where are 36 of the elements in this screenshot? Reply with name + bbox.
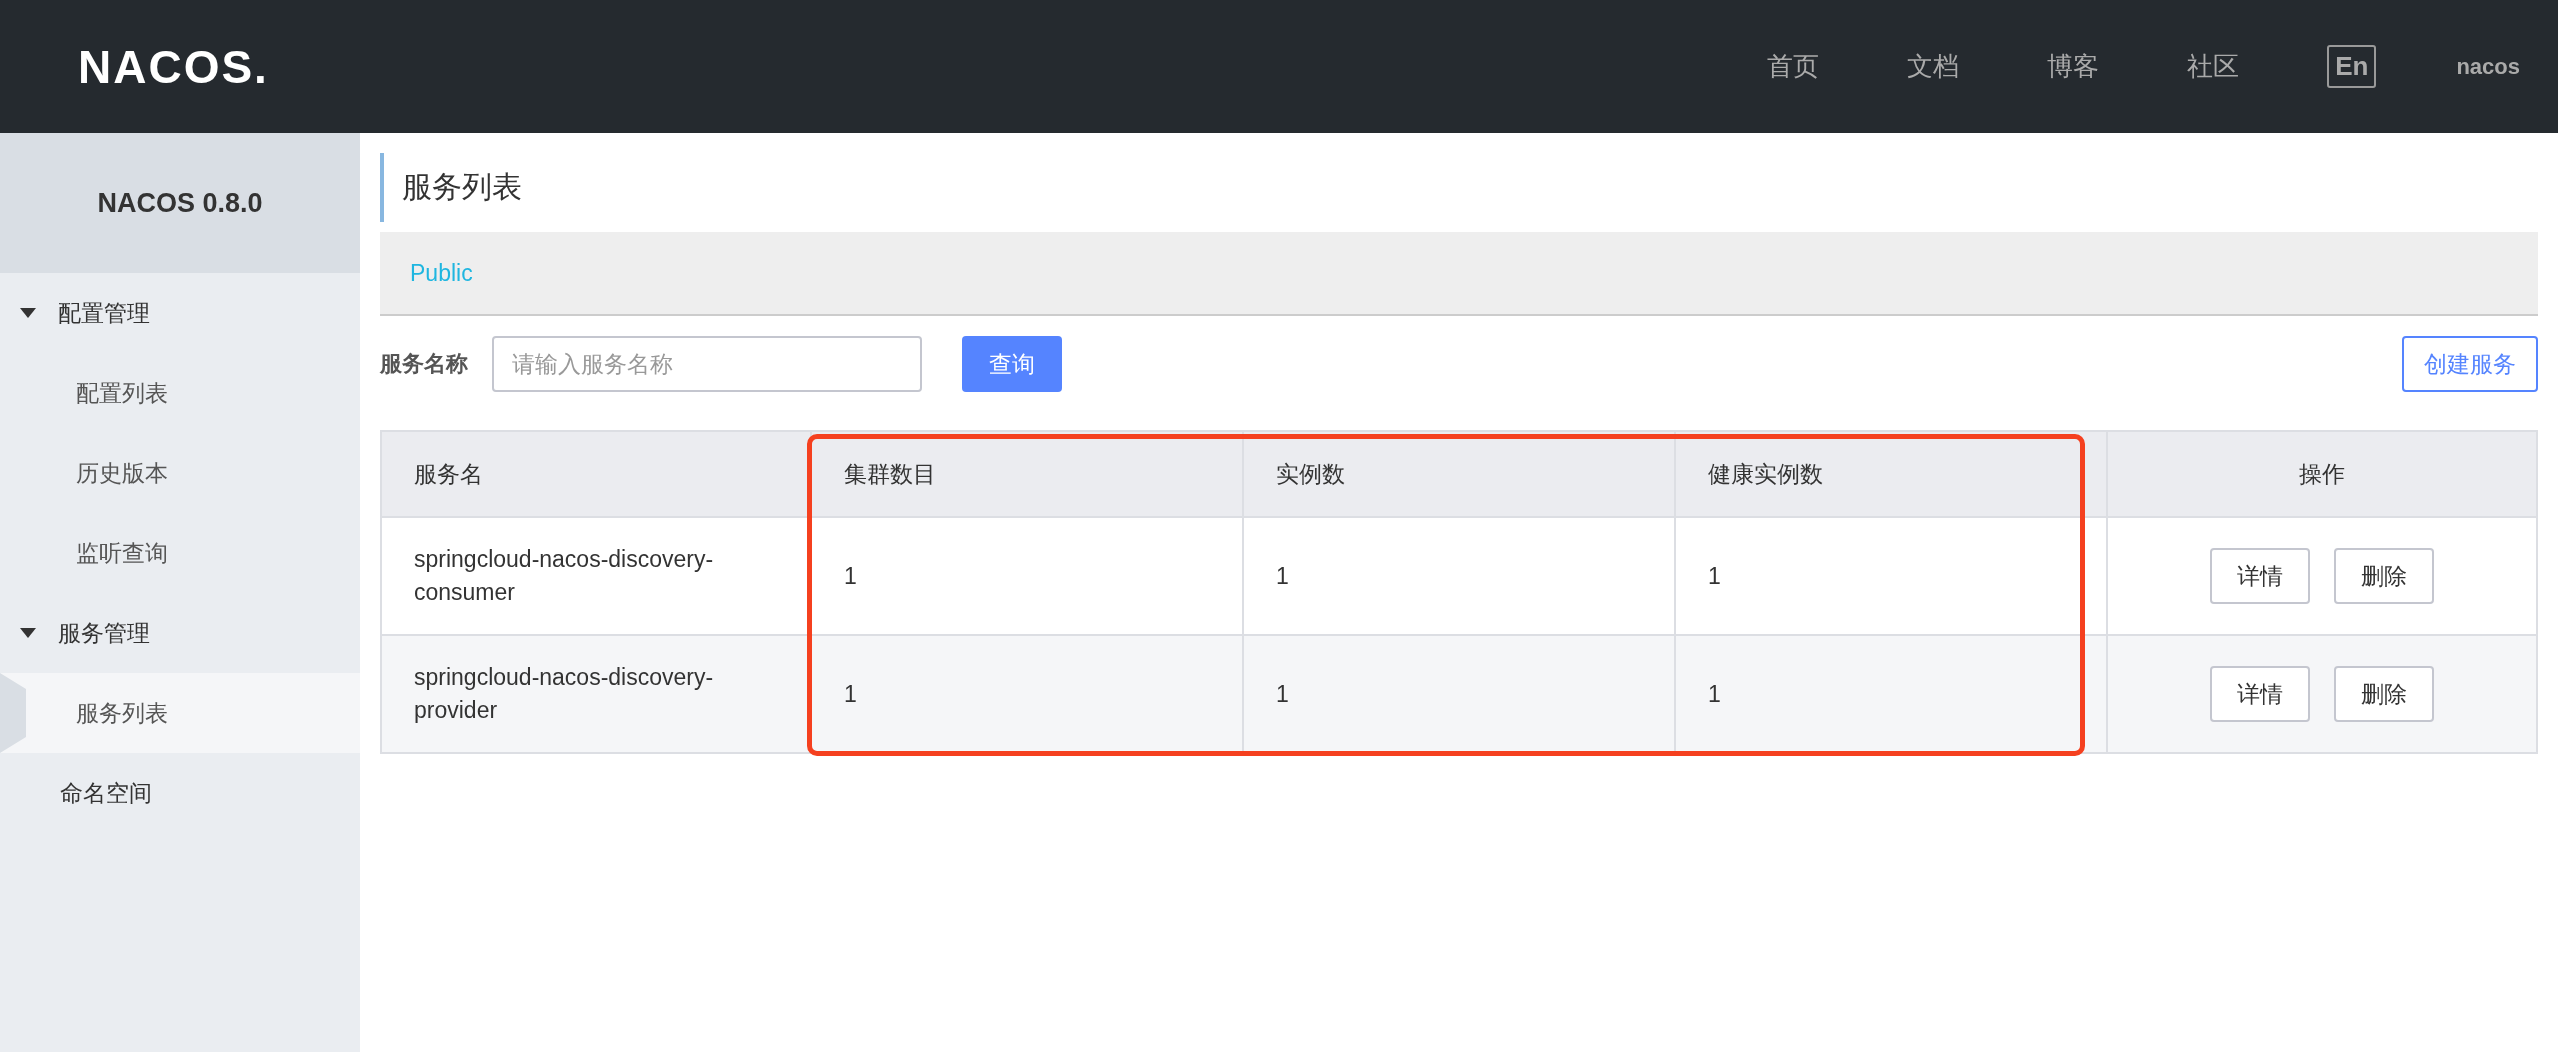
column-header: 操作 <box>2107 431 2537 517</box>
search-field[interactable]: 请输入服务名称 <box>492 336 922 392</box>
caret-icon <box>20 308 36 318</box>
column-header: 服务名 <box>381 431 811 517</box>
selection-notch-icon <box>0 673 26 753</box>
column-header: 健康实例数 <box>1675 431 2107 517</box>
nacos-logo[interactable]: NACOS. <box>78 39 269 94</box>
nav-link[interactable]: 社区 <box>2187 49 2240 84</box>
table-cell: 1 <box>1675 635 2107 753</box>
sidebar-item[interactable]: 监听查询 <box>0 513 360 593</box>
product-version: NACOS 0.8.0 <box>0 133 360 273</box>
row-action-button[interactable]: 删除 <box>2334 666 2434 722</box>
table-cell: springcloud-nacos-discovery-provider <box>381 635 811 753</box>
query-button[interactable]: 查询 <box>962 336 1062 392</box>
create-service-button[interactable]: 创建服务 <box>2402 336 2538 392</box>
sidebar-item[interactable]: 历史版本 <box>0 433 360 513</box>
nav-link[interactable]: 文档 <box>1907 49 1960 84</box>
search-label: 服务名称 <box>380 350 468 378</box>
sidebar-item[interactable]: 配置管理 <box>0 273 360 353</box>
column-header: 集群数目 <box>811 431 1243 517</box>
nav-link[interactable]: 博客 <box>2047 49 2100 84</box>
sidebar-item[interactable]: 配置列表 <box>0 353 360 433</box>
sidebar-item[interactable]: 命名空间 <box>0 753 360 833</box>
row-action-button[interactable]: 详情 <box>2210 548 2310 604</box>
column-header: 实例数 <box>1243 431 1675 517</box>
user-name[interactable]: nacos <box>2456 53 2520 80</box>
nav-link[interactable]: 首页 <box>1767 49 1820 84</box>
row-action-button[interactable]: 删除 <box>2334 548 2434 604</box>
sidebar-item[interactable]: 服务列表 <box>0 673 360 753</box>
table-cell: 1 <box>1243 635 1675 753</box>
caret-icon <box>20 628 36 638</box>
row-action-button[interactable]: 详情 <box>2210 666 2310 722</box>
language-toggle[interactable]: En <box>2327 45 2377 88</box>
page-title: 服务列表 <box>380 153 2538 222</box>
table-cell: 1 <box>811 635 1243 753</box>
sidebar-item[interactable]: 服务管理 <box>0 593 360 673</box>
